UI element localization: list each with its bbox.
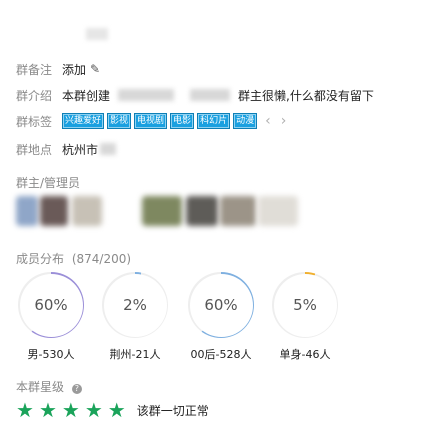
admin-avatar[interactable] — [186, 196, 218, 226]
remark-row: 群备注 添加 ✎ — [16, 60, 100, 78]
tag-list: 兴趣爱好 影视 电视剧 电影 科幻片 动漫 — [62, 113, 258, 129]
tag-item[interactable]: 科幻片 — [197, 113, 231, 129]
stat-ring: 60% — [18, 272, 84, 338]
owner-section-title: 群主/管理员 — [16, 176, 81, 190]
pencil-icon[interactable]: ✎ — [90, 62, 100, 76]
rating-status: 该群一切正常 — [136, 404, 209, 418]
tag-item[interactable]: 电视剧 — [134, 113, 168, 129]
stat-label: 单身-46人 — [279, 348, 331, 361]
members-section-title: 成员分布 (874/200) — [16, 250, 131, 267]
admin-avatar[interactable] — [40, 196, 68, 226]
location-row: 群地点 杭州市 — [16, 140, 124, 158]
stat-ring-inner: 5% — [273, 273, 337, 337]
blurred-header — [86, 28, 108, 40]
stat-ring: 5% — [272, 272, 338, 338]
remark-value[interactable]: 添加 — [62, 61, 86, 78]
chevron-left-icon[interactable]: ‹ — [265, 113, 271, 129]
stat-label: 荆州-21人 — [109, 348, 161, 361]
star-icon: ★ — [107, 398, 126, 422]
tags-row: 群标签 兴趣爱好 影视 电视剧 电影 科幻片 动漫 ‹ › — [16, 112, 286, 130]
star-icon: ★ — [16, 398, 34, 422]
chevron-right-icon[interactable]: › — [281, 113, 287, 129]
stat-ring-inner: 60% — [189, 273, 253, 337]
stat-value: 2% — [123, 296, 147, 314]
rating-row: ★ ★ ★ ★ ★ 该群一切正常 — [16, 400, 209, 421]
tag-item[interactable]: 动漫 — [233, 113, 258, 129]
location-blur — [100, 143, 117, 155]
stat-ring-inner: 2% — [103, 273, 167, 337]
location-value: 杭州市 — [62, 142, 99, 157]
admin-avatar[interactable] — [16, 196, 38, 226]
location-label: 群地点 — [16, 142, 53, 157]
intro-blur — [118, 89, 175, 101]
stat-label: 00后-528人 — [190, 348, 252, 361]
stat-value: 60% — [204, 296, 238, 314]
help-icon[interactable]: ? — [71, 383, 82, 394]
intro-prefix: 本群创建 — [62, 88, 111, 103]
rating-section-title: 本群星级 ? — [16, 378, 82, 395]
star-icon: ★ — [84, 398, 103, 422]
members-title-text: 成员分布 — [16, 252, 65, 266]
intro-suffix: 群主很懒,什么都没有留下 — [238, 88, 374, 103]
intro-row: 群介绍 本群创建 群主很懒,什么都没有留下 — [16, 86, 374, 104]
rating-title-text: 本群星级 — [16, 380, 65, 394]
tags-label: 群标签 — [16, 114, 53, 129]
stat-ring: 60% — [188, 272, 254, 338]
stat-value: 60% — [34, 296, 68, 314]
admin-avatar[interactable] — [72, 196, 102, 226]
stat-value: 5% — [293, 296, 317, 314]
star-icon: ★ — [61, 398, 80, 422]
tag-nav: ‹ › — [265, 113, 286, 129]
intro-value: 本群创建 群主很懒,什么都没有留下 — [62, 87, 374, 104]
intro-label: 群介绍 — [16, 88, 53, 103]
tag-item[interactable]: 兴趣爱好 — [62, 113, 105, 129]
admin-avatar[interactable] — [142, 196, 182, 226]
stat-label: 男-530人 — [27, 348, 75, 361]
stat-ring-inner: 60% — [19, 273, 83, 337]
star-rating: ★ ★ ★ ★ ★ — [16, 400, 131, 421]
star-icon: ★ — [38, 398, 57, 422]
tag-item[interactable]: 影视 — [107, 113, 132, 129]
stat-ring: 2% — [102, 272, 168, 338]
remark-label: 群备注 — [16, 62, 53, 77]
tag-item[interactable]: 电影 — [170, 113, 195, 129]
members-count: (874/200) — [71, 252, 132, 266]
remark-edit[interactable]: 添加 ✎ — [62, 61, 100, 78]
admin-avatar[interactable] — [220, 196, 256, 226]
intro-blur-2 — [190, 89, 231, 101]
admin-avatar[interactable] — [258, 196, 298, 226]
